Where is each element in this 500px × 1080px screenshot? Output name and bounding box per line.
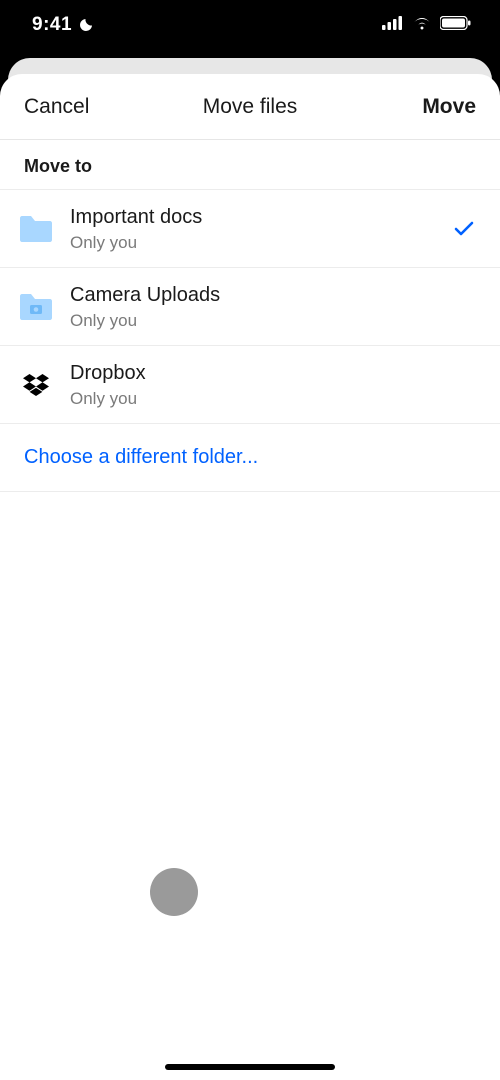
choose-different-folder-row[interactable]: Choose a different folder...: [0, 424, 500, 492]
row-check-empty: [450, 371, 478, 399]
move-button[interactable]: Move: [386, 95, 476, 119]
status-time: 9:41: [32, 14, 72, 36]
folder-name: Camera Uploads: [70, 282, 450, 308]
dropbox-icon: [16, 365, 56, 405]
folder-subtitle: Only you: [70, 311, 450, 331]
section-header-move-to: Move to: [0, 140, 500, 190]
move-files-sheet: Cancel Move files Move Move to Important…: [0, 74, 500, 1080]
folder-row-dropbox[interactable]: Dropbox Only you: [0, 346, 500, 424]
folder-subtitle: Only you: [70, 233, 450, 253]
status-bar: 9:41: [0, 0, 500, 50]
touch-indicator: [150, 868, 198, 916]
checkmark-icon: [450, 215, 478, 243]
folder-row-camera-uploads[interactable]: Camera Uploads Only you: [0, 268, 500, 346]
folder-list: Important docs Only you Camera Uploads O…: [0, 190, 500, 492]
cellular-signal-icon: [382, 16, 404, 35]
wifi-icon: [412, 16, 432, 35]
nav-bar: Cancel Move files Move: [0, 74, 500, 140]
folder-row-important-docs[interactable]: Important docs Only you: [0, 190, 500, 268]
do-not-disturb-icon: [78, 17, 94, 33]
battery-icon: [440, 16, 472, 35]
nav-title: Move files: [203, 95, 298, 119]
row-check-empty: [450, 293, 478, 321]
cancel-button[interactable]: Cancel: [24, 95, 114, 119]
folder-subtitle: Only you: [70, 389, 450, 409]
choose-different-folder-link[interactable]: Choose a different folder...: [24, 446, 476, 469]
home-indicator[interactable]: [165, 1064, 335, 1070]
folder-camera-icon: [16, 287, 56, 327]
folder-name: Important docs: [70, 204, 450, 230]
folder-name: Dropbox: [70, 360, 450, 386]
folder-icon: [16, 209, 56, 249]
